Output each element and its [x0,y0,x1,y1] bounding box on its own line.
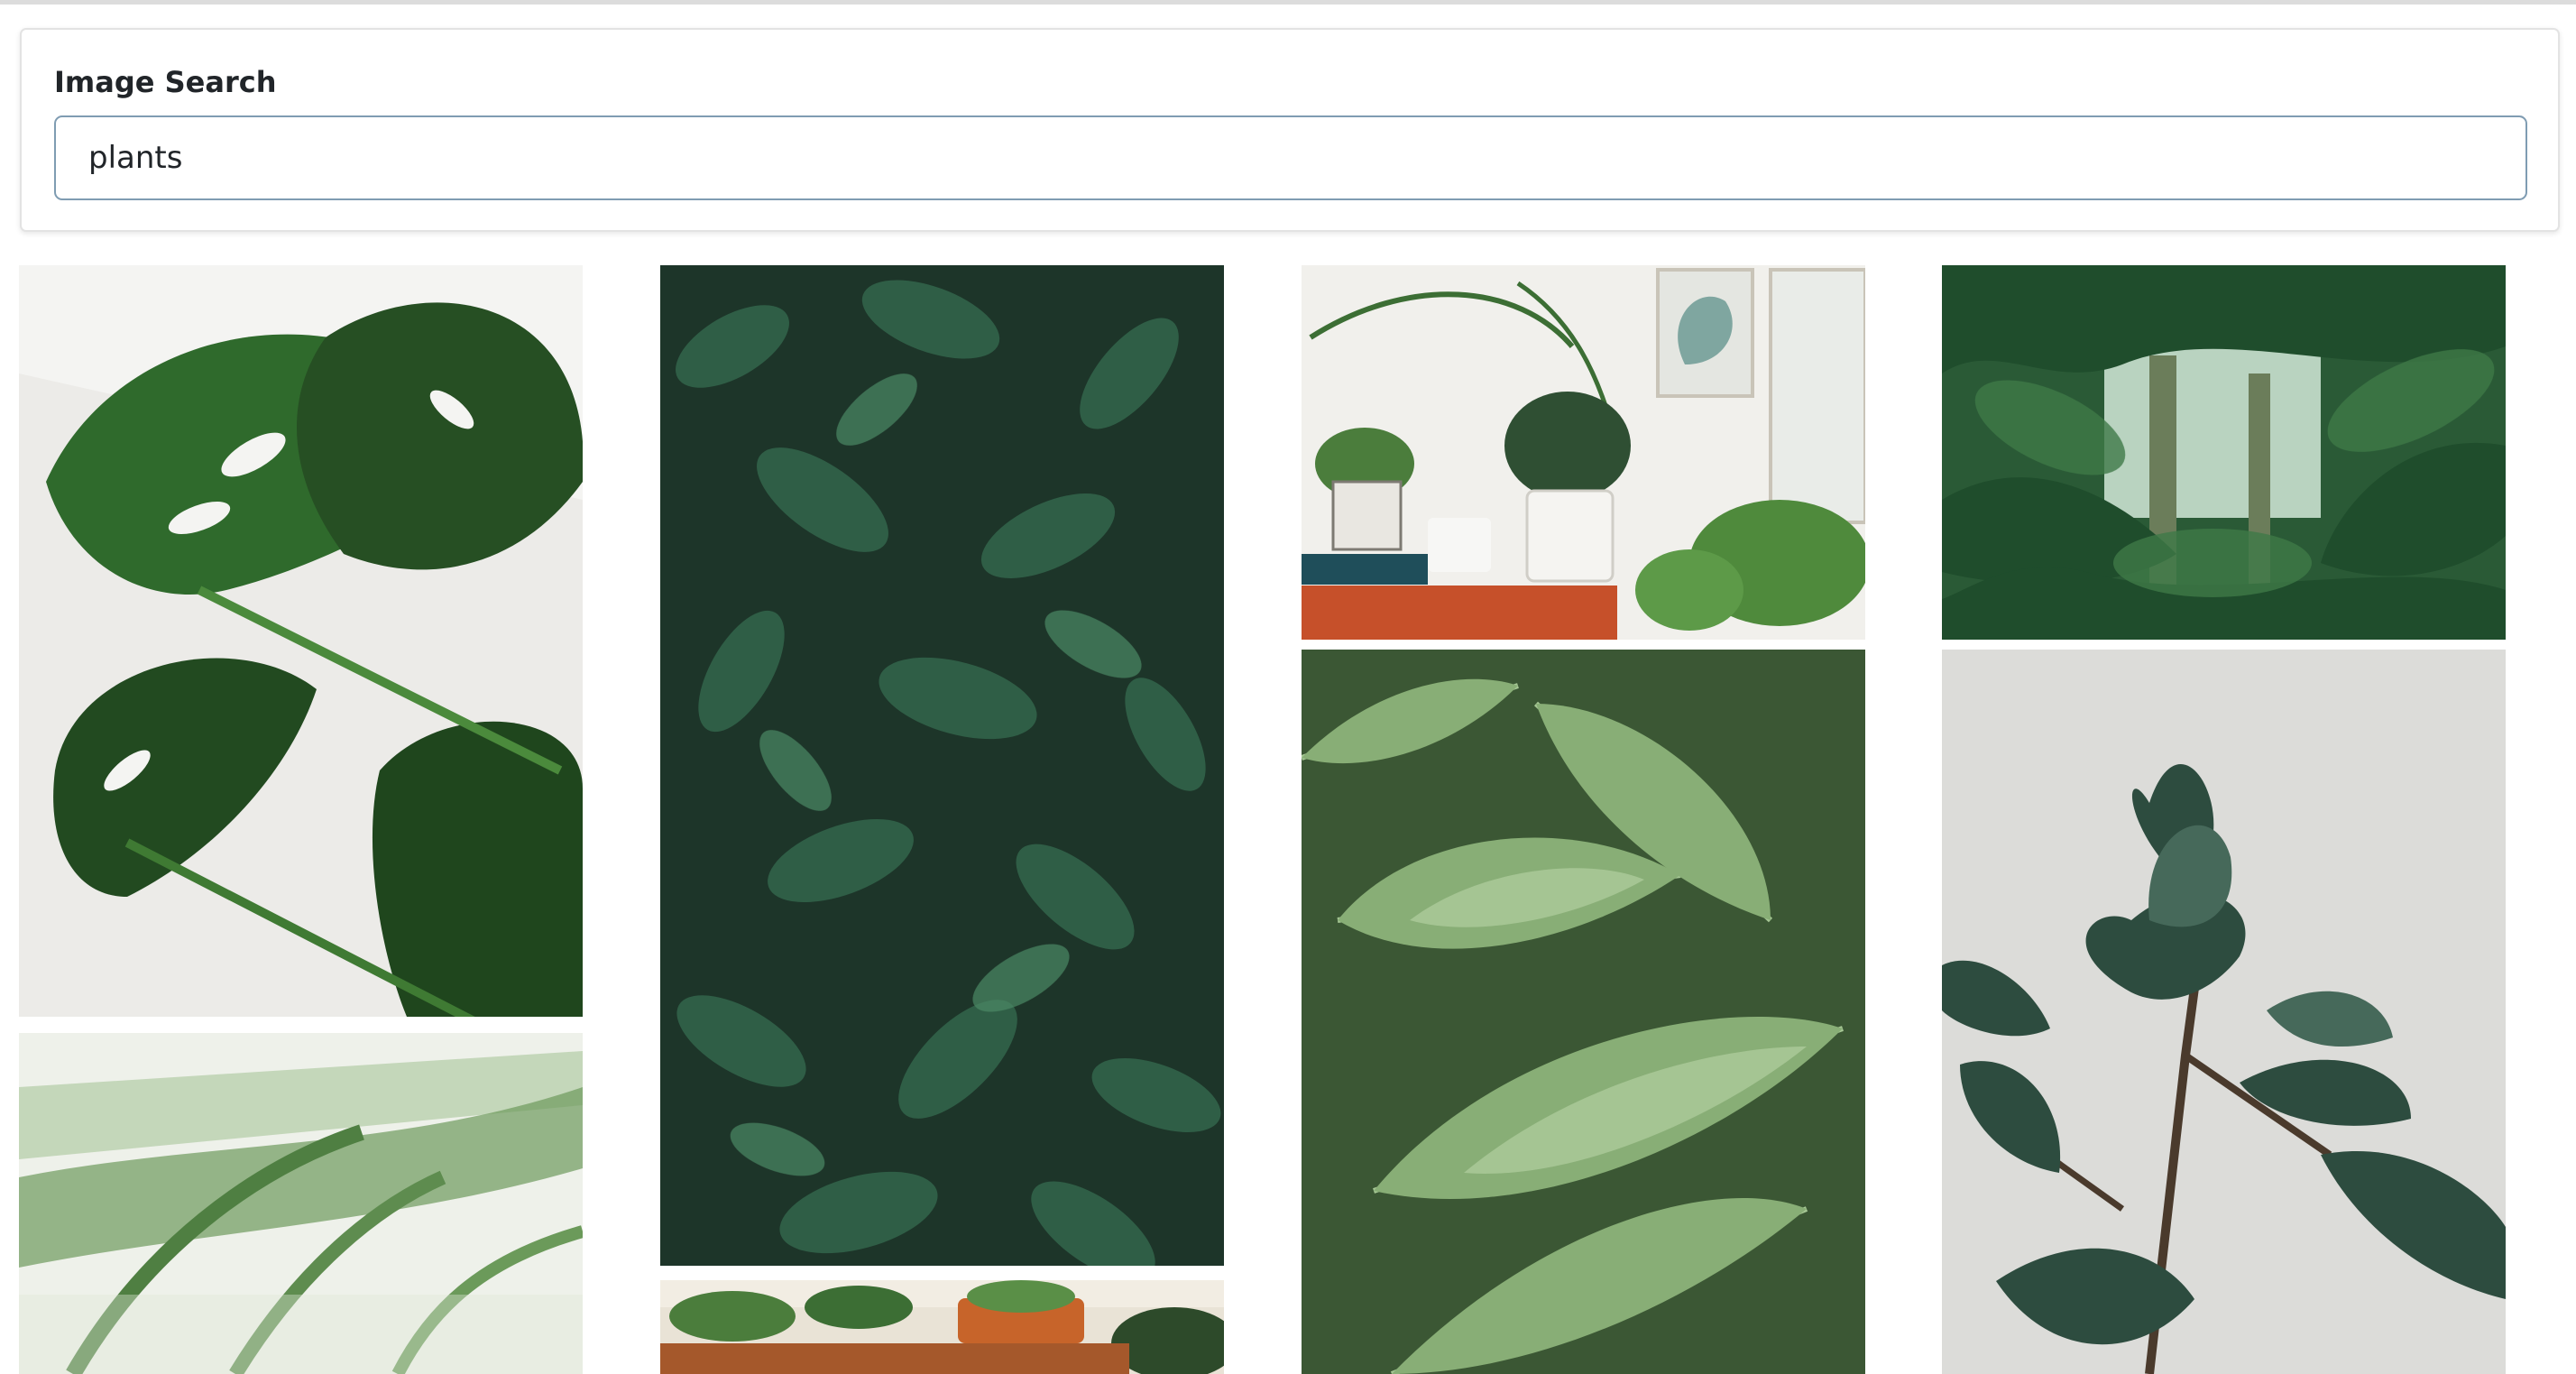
houseplants-image [1302,265,1865,640]
image-search-input[interactable] [54,115,2527,200]
result-image-foliage[interactable] [660,265,1224,1266]
result-image-fern[interactable] [1302,650,1865,1374]
result-image-houseplants[interactable] [1302,265,1865,640]
foliage-image [660,265,1224,1266]
result-image-palm[interactable] [19,1033,583,1374]
result-image-plant-shelf[interactable] [660,1280,1224,1374]
image-search-panel: Image Search [20,28,2560,232]
result-image-monstera[interactable] [19,265,583,1017]
result-image-jungle[interactable] [1942,265,2506,640]
rubber-plant-image [1942,650,2506,1374]
window-top-border [0,0,2576,5]
jungle-image [1942,265,2506,640]
monstera-image [19,265,583,1017]
palm-image [19,1033,583,1374]
fern-image [1302,650,1865,1374]
image-search-label: Image Search [54,65,277,99]
plant-shelf-image [660,1280,1224,1374]
result-image-rubber-plant[interactable] [1942,650,2506,1374]
